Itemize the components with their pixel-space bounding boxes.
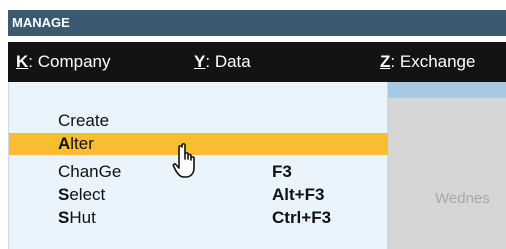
menu-company-key: K <box>16 52 29 71</box>
menu-item-create-text: Create <box>58 111 110 130</box>
menu-item-create[interactable]: Create <box>9 110 389 132</box>
menu-item-shut-label: SHut <box>58 207 96 229</box>
menu-item-create-label: Create <box>58 110 109 132</box>
section-title-manage: MANAGE <box>8 10 506 36</box>
menu-company-label: Company <box>37 52 111 71</box>
menu-company-sep: : <box>28 52 34 71</box>
menu-item-select[interactable]: Select Alt+F3 <box>9 184 389 206</box>
menu-item-shut-text: Hut <box>69 208 96 227</box>
menu-item-shut-shortcut: Ctrl+F3 <box>272 208 332 227</box>
menu-item-alter-label: Alter <box>58 133 94 155</box>
menu-exchange[interactable]: Z: Exchange <box>380 42 475 82</box>
menu-item-select-shortcut: Alt+F3 <box>272 185 325 204</box>
menu-data[interactable]: Y: Data <box>194 42 251 82</box>
menu-item-alter-key: A <box>58 134 71 153</box>
background-panel-header <box>388 82 506 98</box>
background-panel: Wednes <box>388 82 506 249</box>
menu-exchange-sep: : <box>390 52 396 71</box>
menu-item-alter-text: lter <box>70 134 94 153</box>
menu-item-change-text: ChanGe <box>58 162 122 181</box>
background-panel-body <box>388 98 506 249</box>
menu-exchange-key: Z <box>380 52 391 71</box>
hand-pointer-icon <box>172 143 195 178</box>
app-window: MANAGE K: Company Y: Data Z: Exchange Cr… <box>0 0 506 249</box>
weekday-text: Wednes <box>435 190 490 207</box>
menu-item-change-label: ChanGe <box>58 161 121 183</box>
menu-item-shut[interactable]: SHut Ctrl+F3 <box>9 207 389 229</box>
menu-bar: K: Company Y: Data Z: Exchange <box>8 42 506 82</box>
menu-item-select-key: S <box>58 185 70 204</box>
menu-item-shut-key: S <box>58 208 70 227</box>
menu-item-select-text: elect <box>69 185 106 204</box>
menu-exchange-label: Exchange <box>399 52 476 71</box>
menu-data-sep: : <box>205 52 211 71</box>
menu-data-key: Y <box>194 52 206 71</box>
menu-item-change-shortcut: F3 <box>272 162 292 181</box>
menu-company[interactable]: K: Company <box>16 42 111 82</box>
menu-data-label: Data <box>214 52 251 71</box>
menu-item-select-label: Select <box>58 184 105 206</box>
